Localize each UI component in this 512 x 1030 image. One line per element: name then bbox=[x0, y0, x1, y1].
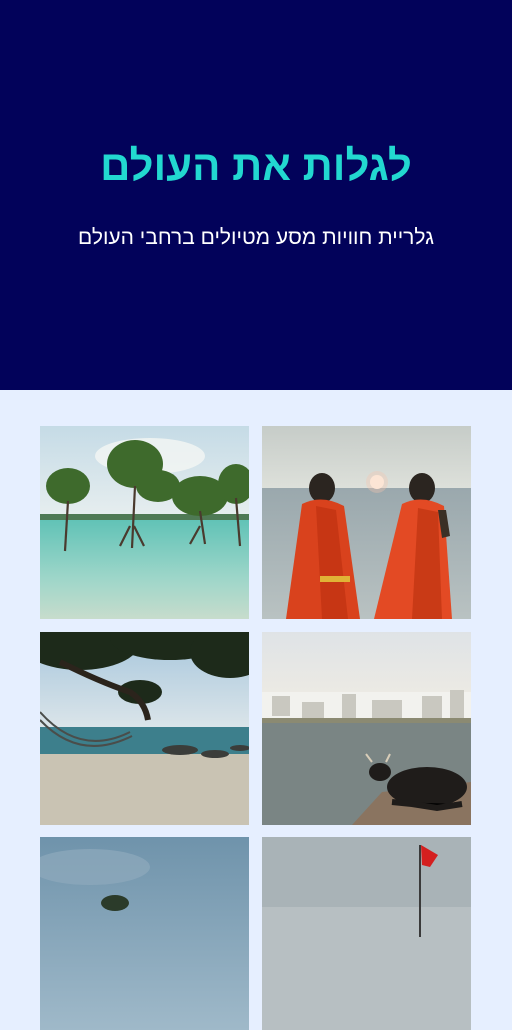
gallery-photo-cow-lake[interactable] bbox=[262, 632, 471, 825]
gallery-photo-red-flag[interactable] bbox=[262, 837, 471, 1030]
hero-banner: לגלות את העולם גלריית חוויות מסע מטיולים… bbox=[0, 0, 512, 390]
cow-lake-image bbox=[262, 632, 471, 825]
cloudy-shore-image bbox=[40, 837, 249, 1030]
red-flag-image bbox=[262, 837, 471, 1030]
hammock-beach-image bbox=[40, 632, 249, 825]
gallery-photo-hammock-beach[interactable] bbox=[40, 632, 249, 825]
gallery-photo-mangroves[interactable] bbox=[40, 426, 249, 619]
page-subtitle: גלריית חוויות מסע מטיולים ברחבי העולם bbox=[78, 226, 434, 249]
saris-sunset-image bbox=[262, 426, 471, 619]
photo-gallery bbox=[40, 426, 471, 1030]
mangroves-image bbox=[40, 426, 249, 619]
page-title: לגלות את העולם bbox=[100, 142, 412, 189]
gallery-photo-cloudy-shore[interactable] bbox=[40, 837, 249, 1030]
gallery-photo-saris-sunset[interactable] bbox=[262, 426, 471, 619]
